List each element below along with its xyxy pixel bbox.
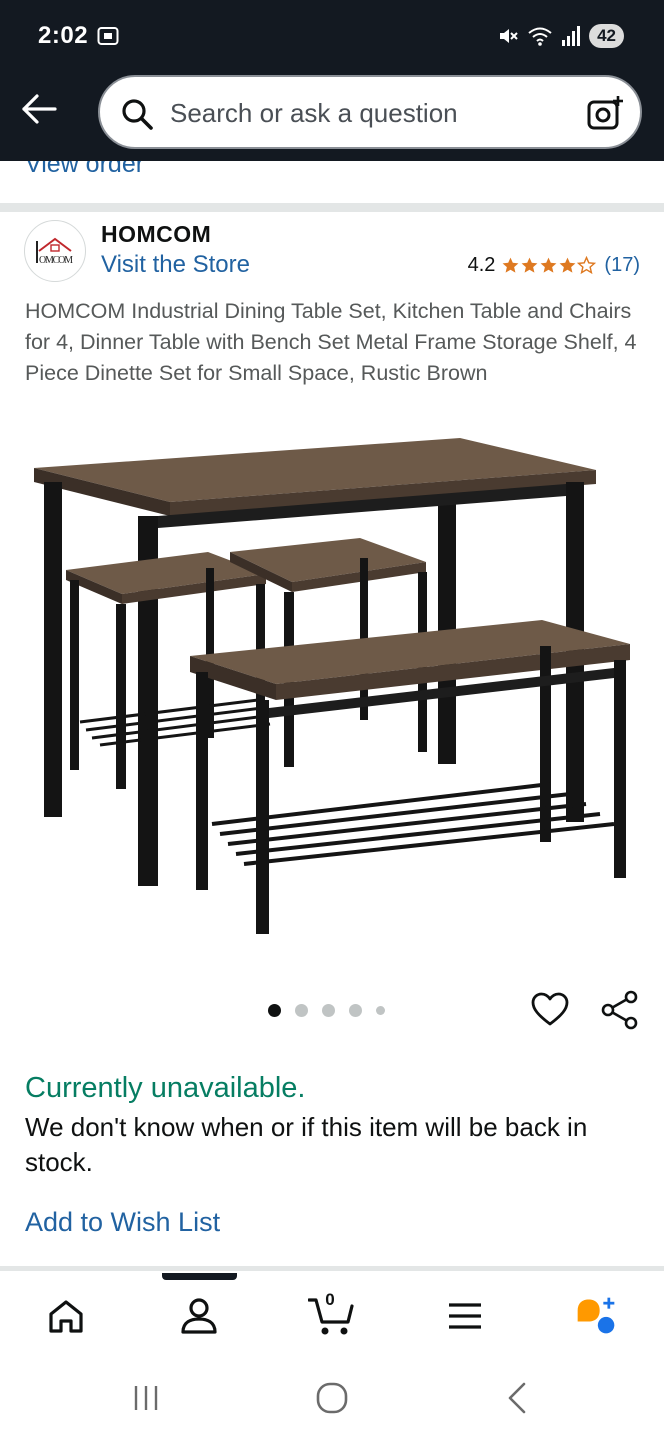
camera-lens-icon[interactable]: [586, 95, 624, 133]
view-order-link[interactable]: View order: [25, 161, 144, 179]
visit-store-link[interactable]: Visit the Store: [101, 251, 250, 279]
cart-button[interactable]: 0: [307, 1290, 354, 1338]
svg-text:OMCOM: OMCOM: [39, 255, 73, 266]
product-title: HOMCOM Industrial Dining Table Set, Kitc…: [25, 299, 637, 385]
brand-logo[interactable]: OMCOM: [24, 220, 86, 282]
screen-record-icon: [97, 27, 119, 45]
star-full-icon: [503, 257, 519, 273]
previous-section: View order: [0, 161, 664, 203]
cart-count: 0: [325, 1290, 335, 1309]
account-icon[interactable]: [177, 1294, 221, 1338]
brand-name: HOMCOM: [101, 221, 212, 247]
carousel-dot[interactable]: [295, 1004, 308, 1017]
search-icon: [122, 99, 153, 130]
carousel-dot[interactable]: [349, 1004, 362, 1017]
star-full-icon: [522, 257, 538, 273]
active-tab-indicator: [162, 1273, 237, 1280]
star-full-icon: [560, 257, 576, 273]
home-icon[interactable]: [44, 1294, 88, 1338]
star-empty-icon: [577, 256, 597, 275]
status-time: 2:02: [38, 22, 89, 49]
carousel-dot[interactable]: [376, 1006, 385, 1015]
status-bar: 2:02 42: [0, 0, 664, 72]
rufus-ai-icon[interactable]: [574, 1294, 618, 1338]
availability-status: Currently unavailable.: [25, 1072, 306, 1104]
back-arrow-icon[interactable]: [20, 92, 58, 126]
battery-icon: 42: [589, 24, 624, 48]
star-rating: [501, 256, 597, 275]
wifi-icon: [528, 27, 552, 46]
review-count: (17): [604, 254, 640, 276]
section-divider: [0, 203, 664, 212]
rating-value: 4.2: [467, 254, 496, 276]
heart-icon[interactable]: [530, 990, 570, 1030]
carousel-dot[interactable]: [322, 1004, 335, 1017]
menu-icon[interactable]: [443, 1294, 487, 1338]
share-icon[interactable]: [600, 990, 640, 1030]
section-divider: [0, 1266, 664, 1271]
home-button-icon[interactable]: [312, 1380, 352, 1416]
carousel-dot[interactable]: [268, 1004, 281, 1017]
homcom-logo-icon: OMCOM: [36, 237, 73, 266]
status-icons: 42: [497, 22, 624, 50]
add-to-wish-list-link[interactable]: Add to Wish List: [25, 1207, 220, 1238]
search-input[interactable]: [170, 93, 570, 133]
image-carousel-indicator[interactable]: [268, 1004, 385, 1017]
rating-summary[interactable]: 4.2 (17): [468, 254, 640, 277]
product-image[interactable]: [30, 432, 636, 942]
signal-icon: [562, 26, 581, 46]
recent-apps-icon[interactable]: [126, 1380, 166, 1416]
back-button-icon[interactable]: [498, 1380, 538, 1416]
top-bar: 2:02 42: [0, 0, 664, 161]
search-bar[interactable]: [98, 75, 642, 149]
star-full-icon: [541, 257, 557, 273]
availability-message: We don't know when or if this item will …: [25, 1112, 588, 1177]
mute-icon: [500, 29, 518, 43]
